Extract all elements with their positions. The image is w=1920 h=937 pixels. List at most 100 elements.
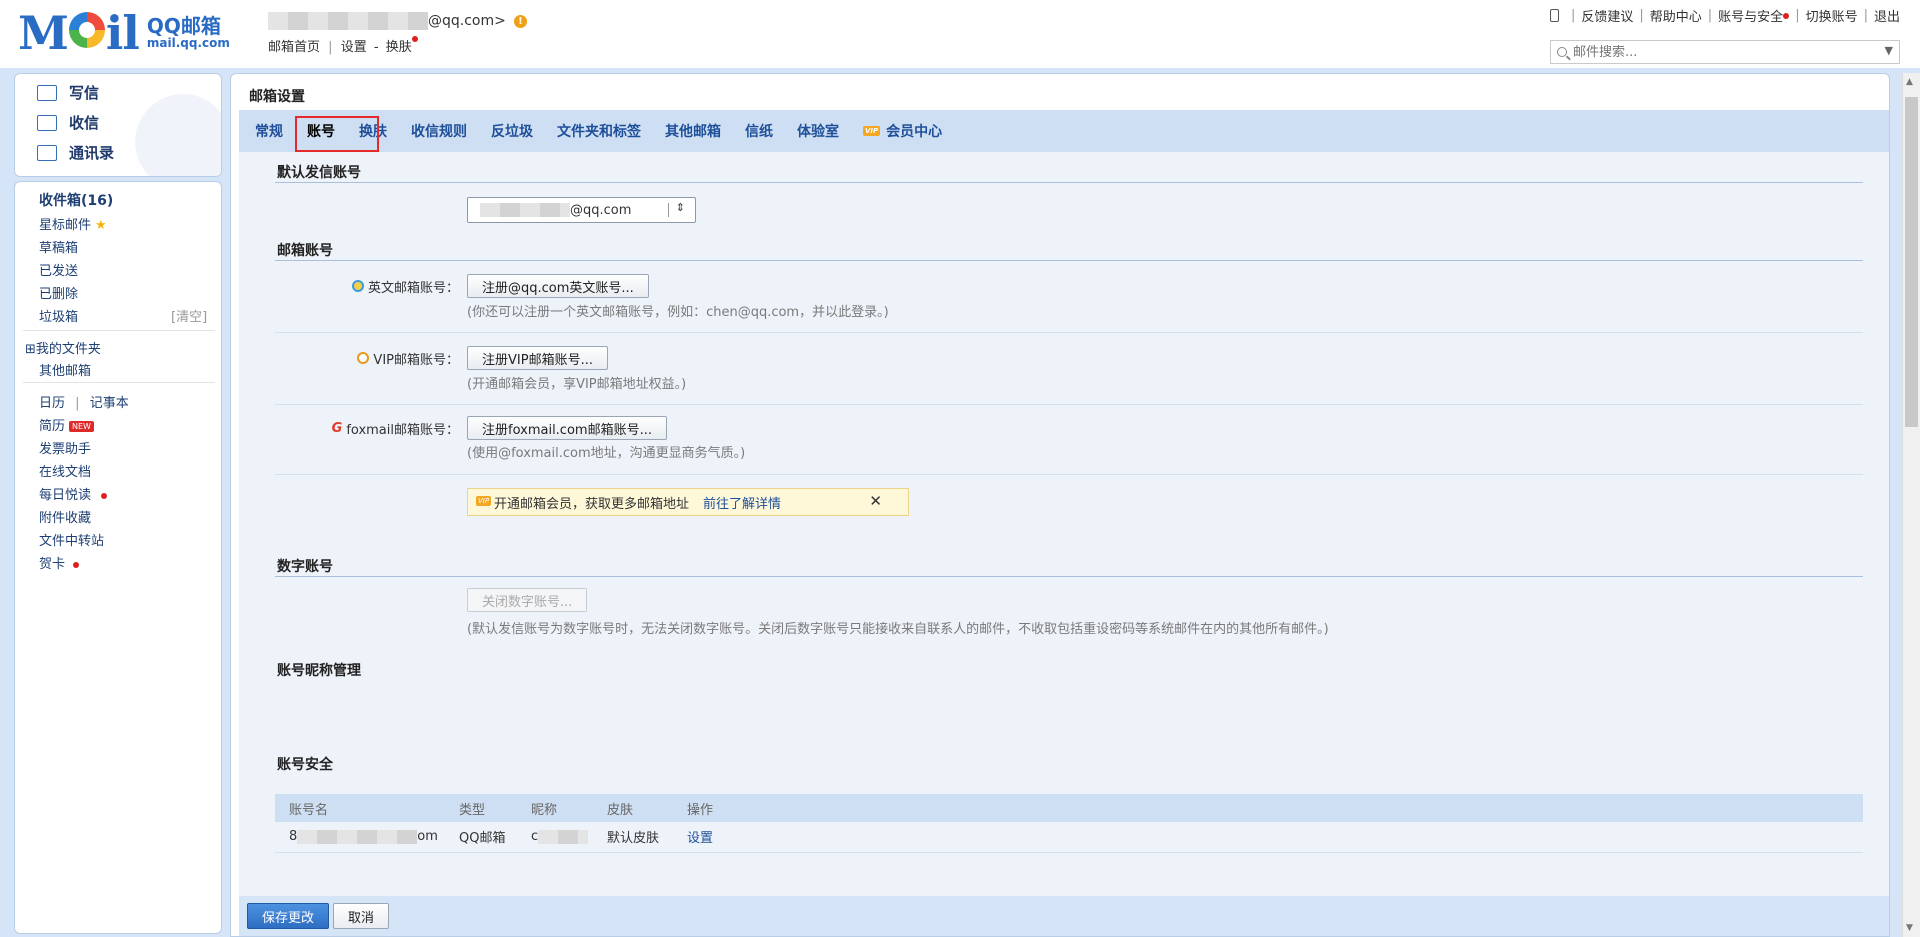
switch-account-link[interactable]: 切换账号 (1806, 6, 1858, 25)
notification-dot (73, 561, 80, 568)
cell-type: QQ邮箱 (459, 831, 506, 847)
user-links: 邮箱首页 | 设置 - 换肤 (268, 36, 527, 55)
sidebar-item-file-transfer[interactable]: 文件中转站 (39, 530, 104, 549)
tab-member-center[interactable]: VIP 会员中心 (863, 121, 942, 141)
sidebar-item-calendar[interactable]: 日历 (39, 396, 65, 411)
link-dash: - (373, 40, 379, 55)
help-center-link[interactable]: 帮助中心 (1650, 6, 1702, 25)
tab-stationery[interactable]: 信纸 (745, 121, 773, 141)
feedback-link[interactable]: 反馈建议 (1581, 6, 1633, 25)
sidebar-item-invoice[interactable]: 发票助手 (39, 438, 91, 457)
tab-anti-spam[interactable]: 反垃圾 (491, 121, 533, 141)
page-title: 邮箱设置 (249, 89, 305, 105)
sidebar-item-label: 简历 (39, 419, 66, 434)
contacts-button[interactable]: 通讯录 (37, 142, 114, 163)
vip-at-icon (357, 352, 370, 364)
vip-account-label: VIP邮箱账号： (279, 346, 459, 370)
column-header-type: 类型 (459, 802, 486, 818)
banner-text: 开通邮箱会员，获取更多邮箱地址 (494, 496, 690, 512)
sidebar-item-inbox[interactable]: 收件箱(16) (39, 190, 113, 210)
foxmail-icon: G (331, 420, 343, 436)
mail-home-link[interactable]: 邮箱首页 (268, 40, 320, 55)
cell-account: 8 om (275, 822, 445, 852)
chevron-down-icon[interactable]: ▼ (1885, 44, 1893, 57)
compose-button[interactable]: 写信 (37, 82, 99, 103)
account-suffix: om (417, 829, 438, 845)
scroll-thumb[interactable] (1905, 97, 1918, 427)
sidebar-item-label: 贺卡 (39, 557, 66, 572)
table-header-row: 账号名 类型 昵称 皮肤 操作 (275, 794, 1863, 822)
search-box[interactable]: ▼ (1550, 40, 1900, 64)
sidebar-item-docs[interactable]: 在线文档 (39, 461, 91, 480)
section-title-nickname: 账号昵称管理 (277, 663, 361, 679)
search-input[interactable] (1573, 44, 1873, 60)
close-numeric-account-button[interactable]: 关闭数字账号... (467, 588, 588, 612)
cell-nickname: c (517, 822, 593, 852)
header: M il QQ邮箱 mail.qq.com @qq.com> ! 邮箱首页 | … (0, 0, 1920, 70)
row-settings-link[interactable]: 设置 (687, 831, 713, 846)
label-text: 英文邮箱账号： (367, 280, 459, 296)
divider (23, 382, 215, 383)
register-foxmail-account-button[interactable]: 注册foxmail.com邮箱账号... (467, 416, 667, 440)
skin-link[interactable]: 换肤 (386, 40, 412, 55)
scroll-up-icon[interactable]: ▲ (1906, 77, 1913, 87)
row-divider (275, 404, 1863, 405)
sidebar-item-sent[interactable]: 已发送 (39, 260, 78, 279)
sidebar-item-label: 星标邮件 (39, 218, 92, 233)
inbox-icon (37, 114, 57, 131)
sidebar-item-resume[interactable]: 简历 NEW (39, 415, 94, 434)
save-button[interactable]: 保存更改 (247, 903, 330, 929)
sidebar-item-drafts[interactable]: 草稿箱 (39, 237, 78, 256)
compose-icon (37, 84, 57, 101)
active-tab-highlight (295, 116, 379, 152)
sidebar-item-my-folders[interactable]: ⊞我的文件夹 (25, 338, 101, 357)
sidebar-item-daily-reading[interactable]: 每日悦读 (39, 484, 108, 503)
receive-button[interactable]: 收信 (37, 112, 99, 133)
quick-actions-panel: 写信 收信 通讯录 (14, 73, 222, 177)
tab-folders-labels[interactable]: 文件夹和标签 (557, 121, 641, 141)
sidebar-item-starred[interactable]: 星标邮件 ★ (39, 214, 107, 233)
settings-link[interactable]: 设置 (341, 40, 367, 55)
warning-icon[interactable]: ! (513, 14, 527, 28)
star-icon: ★ (95, 218, 107, 233)
cancel-button[interactable]: 取消 (333, 903, 390, 929)
tab-other-mail[interactable]: 其他邮箱 (665, 121, 721, 141)
close-icon[interactable]: ✕ (869, 492, 882, 510)
default-sender-select[interactable]: @qq.com ⇕ (467, 197, 696, 223)
tab-general[interactable]: 常规 (255, 121, 283, 141)
sidebar-item-deleted[interactable]: 已删除 (39, 283, 78, 302)
tab-rules[interactable]: 收信规则 (411, 121, 467, 141)
section-title-mail-accounts: 邮箱账号 (277, 243, 333, 259)
scroll-down-icon[interactable]: ▼ (1906, 923, 1913, 933)
sidebar-item-trash[interactable]: 垃圾箱 [清空] (39, 306, 215, 325)
sidebar-item-attachments[interactable]: 附件收藏 (39, 507, 91, 526)
banner-details-link[interactable]: 前往了解详情 (703, 493, 781, 512)
logout-link[interactable]: 退出 (1874, 6, 1900, 25)
sidebar-item-notes[interactable]: 记事本 (90, 396, 129, 411)
section-title-account-security: 账号安全 (277, 757, 333, 773)
register-vip-account-button[interactable]: 注册VIP邮箱账号... (467, 346, 608, 370)
english-account-hint: (你还可以注册一个英文邮箱账号，例如：chen@qq.com，并以此登录。) (467, 305, 889, 320)
account-security-link[interactable]: 账号与安全 (1718, 6, 1783, 25)
register-english-account-button[interactable]: 注册@qq.com英文账号... (467, 274, 649, 298)
account-prefix: 8 (289, 829, 298, 845)
masked-username (268, 12, 428, 30)
top-link-separator: | (1707, 8, 1713, 23)
compose-label: 写信 (69, 84, 100, 102)
sidebar-item-cards[interactable]: 贺卡 (39, 553, 80, 572)
notification-dot (101, 492, 108, 499)
qq-mail-logo[interactable]: M il QQ邮箱 mail.qq.com (18, 6, 230, 60)
tab-lab[interactable]: 体验室 (797, 121, 839, 141)
sidebar-item-other-mail[interactable]: 其他邮箱 (39, 360, 91, 379)
phone-icon[interactable] (1549, 9, 1559, 22)
select-arrows-icon: ⇕ (675, 201, 685, 214)
search-icon (1557, 47, 1567, 57)
logo-letters-il: il (105, 6, 140, 60)
scrollbar[interactable]: ▲ ▼ (1902, 73, 1920, 937)
logo-cn: QQ邮箱 (146, 14, 221, 39)
top-links: | 反馈建议 | 帮助中心 | 账号与安全 | 切换账号 | 退出 (1549, 6, 1900, 25)
empty-trash-link[interactable]: [清空] (171, 306, 207, 325)
masked-nickname (538, 829, 589, 844)
contacts-icon (37, 144, 57, 161)
divider (23, 330, 215, 331)
